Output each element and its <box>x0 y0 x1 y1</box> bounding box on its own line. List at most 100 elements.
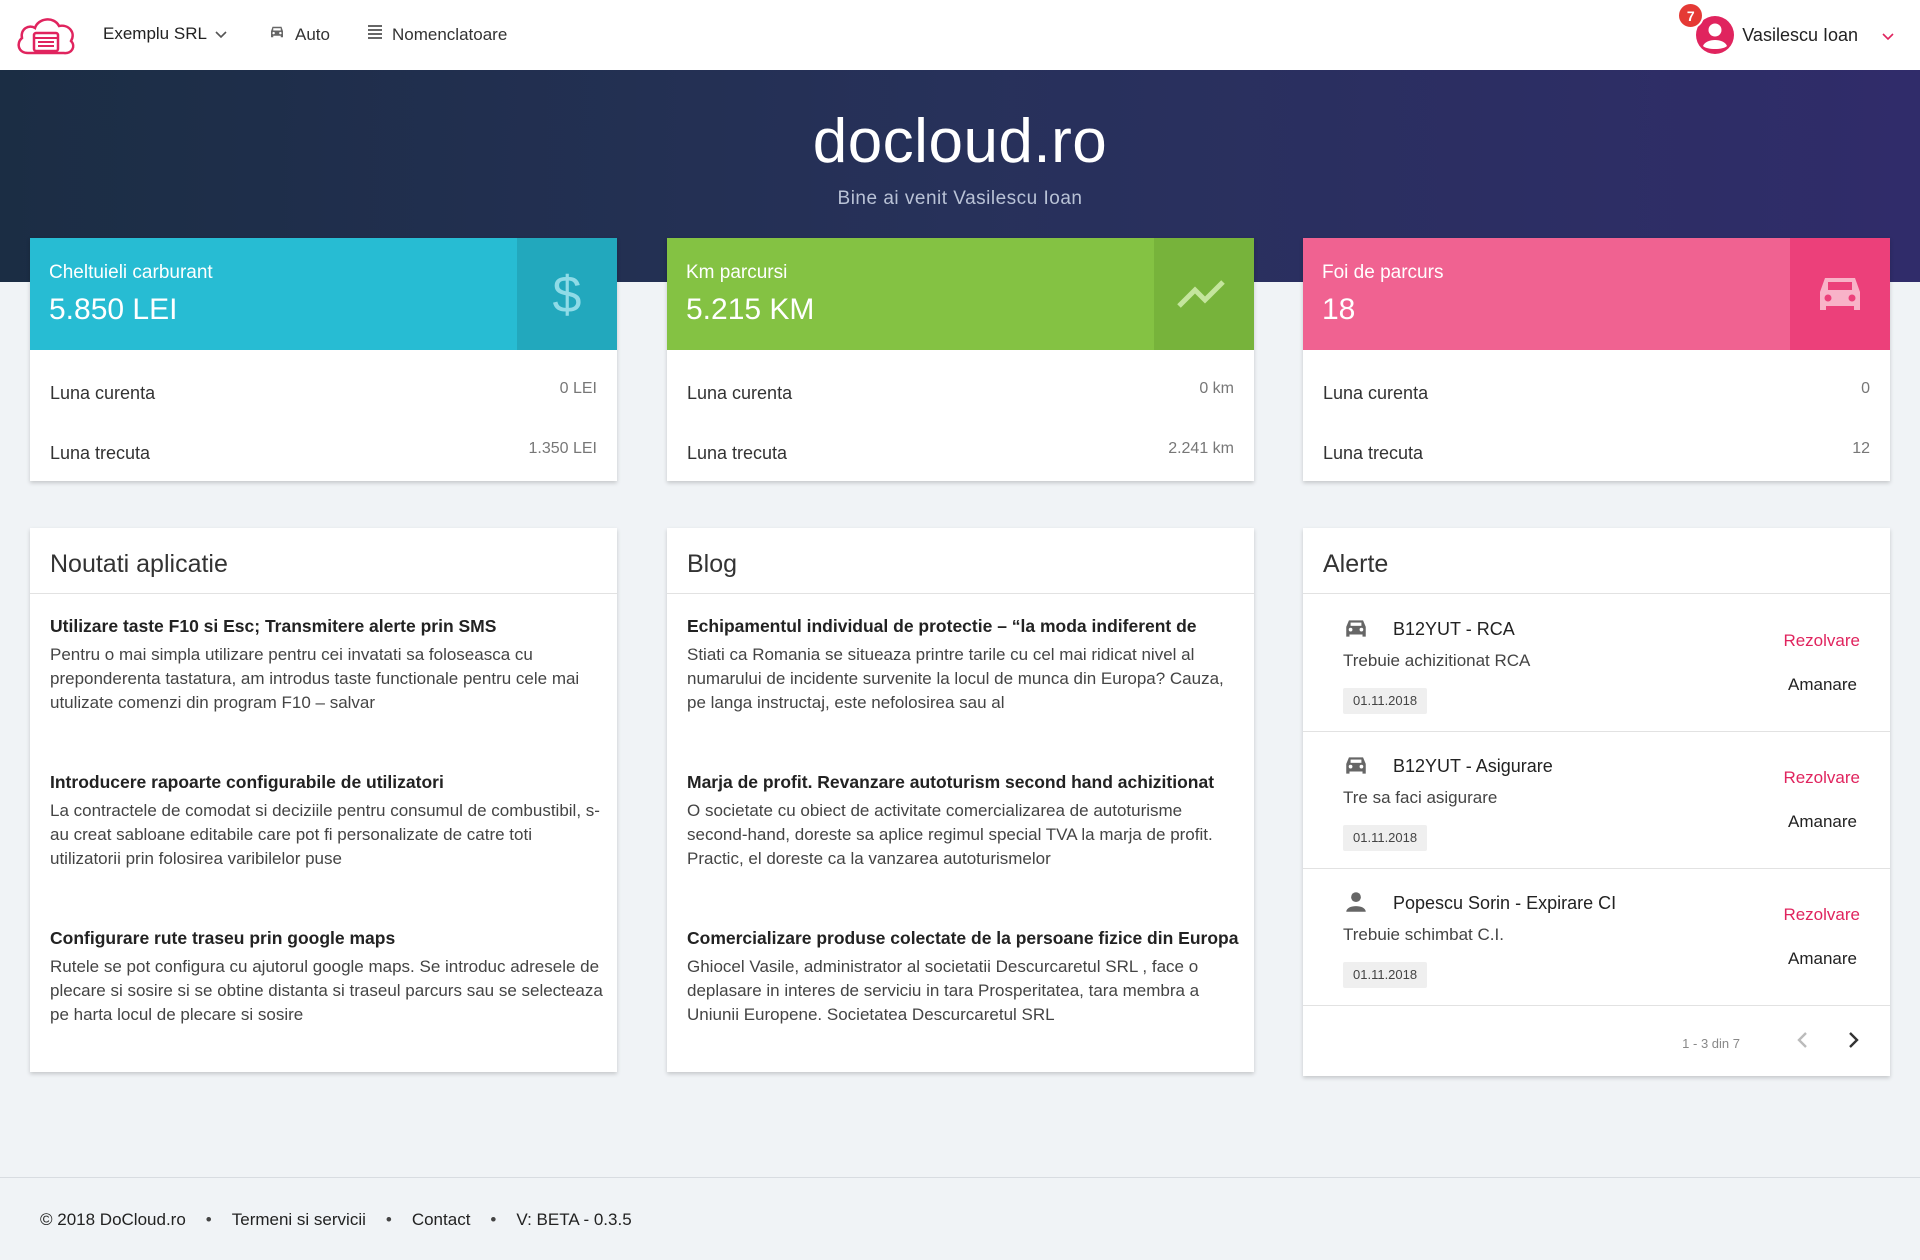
blog-item[interactable]: Comercializare produse colectate de la p… <box>687 928 1240 1027</box>
stat-value: 5.850 LEI <box>49 293 178 326</box>
stat-row-label: Luna trecuta <box>50 443 151 463</box>
alert-title: B12YUT - RCA <box>1393 619 1515 639</box>
nav-auto-label: Auto <box>295 24 330 44</box>
stat-row-previous: Luna trecuta 12 <box>1323 440 1870 464</box>
alert-date-chip: 01.11.2018 <box>1343 688 1428 714</box>
resolve-button[interactable]: Rezolvare <box>1783 905 1860 925</box>
stat-card-fuel: Cheltuieli carburant 5.850 LEI $ Luna cu… <box>30 238 617 481</box>
alert-date-chip: 01.11.2018 <box>1343 825 1428 851</box>
separator: • <box>490 1210 497 1229</box>
company-name: Exemplu SRL <box>103 24 207 43</box>
stat-row-previous: Luna trecuta 2.241 km <box>687 440 1234 464</box>
user-name: Vasilescu Ioan <box>1742 24 1858 45</box>
alert-item: B12YUT - RCA Trebuie achizitionat RCA 01… <box>1303 595 1890 732</box>
stat-row-value: 2.241 km <box>1168 440 1234 457</box>
svg-text:$: $ <box>553 266 582 322</box>
news-item-body: La contractele de comodat si deciziile p… <box>50 801 600 868</box>
stat-row-value: 0 LEI <box>559 380 597 397</box>
avatar[interactable]: 7 <box>1677 2 1736 56</box>
version-label: V: BETA - 0.3.5 <box>516 1210 632 1229</box>
stat-header: Cheltuieli carburant 5.850 LEI $ <box>30 238 617 350</box>
panel-title: Alerte <box>1303 528 1890 594</box>
car-icon <box>1790 238 1890 350</box>
stat-card-km: Km parcursi 5.215 KM Luna curenta 0 km L… <box>667 238 1254 481</box>
news-item-body: Rutele se pot configura cu ajutorul goog… <box>50 957 603 1024</box>
resolve-button[interactable]: Rezolvare <box>1783 631 1860 651</box>
nav-nomenclatoare-label: Nomenclatoare <box>392 24 508 44</box>
news-item[interactable]: Utilizare taste F10 si Esc; Transmitere … <box>50 616 603 715</box>
stat-row-current: Luna curenta 0 LEI <box>50 380 597 404</box>
stat-row-label: Luna curenta <box>687 383 793 403</box>
chevron-down-icon <box>1882 25 1894 46</box>
stat-row-value: 0 km <box>1199 380 1234 397</box>
news-item[interactable]: Introducere rapoarte configurabile de ut… <box>50 772 603 871</box>
news-item-title[interactable]: Utilizare taste F10 si Esc; Transmitere … <box>50 616 603 637</box>
panel-title: Blog <box>667 528 1254 594</box>
blog-item-title[interactable]: Echipamentul individual de protectie – “… <box>687 616 1240 637</box>
postpone-button[interactable]: Amanare <box>1788 949 1857 969</box>
blog-item-title[interactable]: Comercializare produse colectate de la p… <box>687 928 1240 949</box>
blog-item-body: O societate cu obiect de activitate come… <box>687 801 1213 868</box>
stat-label: Foi de parcurs <box>1322 262 1444 283</box>
stat-row-label: Luna curenta <box>50 383 156 403</box>
stat-label: Km parcursi <box>686 262 788 283</box>
car-icon <box>268 24 286 45</box>
pagination-range: 1 - 3 din 7 <box>1682 1036 1740 1051</box>
chevron-down-icon <box>215 24 227 44</box>
chevron-right-icon[interactable] <box>1841 1028 1865 1052</box>
trending-up-icon <box>1154 238 1254 350</box>
stat-header: Km parcursi 5.215 KM <box>667 238 1254 350</box>
resolve-button[interactable]: Rezolvare <box>1783 768 1860 788</box>
cloud-logo-icon[interactable] <box>14 9 78 63</box>
nav-nomenclatoare[interactable]: Nomenclatoare <box>367 24 507 45</box>
blog-item[interactable]: Echipamentul individual de protectie – “… <box>687 616 1240 715</box>
news-item-title[interactable]: Configurare rute traseu prin google maps <box>50 928 603 949</box>
list-icon <box>367 24 383 45</box>
chevron-left-icon[interactable] <box>1791 1028 1815 1052</box>
stat-row-label: Luna trecuta <box>687 443 788 463</box>
stat-row-current: Luna curenta 0 km <box>687 380 1234 404</box>
stat-row-current: Luna curenta 0 <box>1323 380 1870 404</box>
stat-value: 18 <box>1322 293 1356 326</box>
alert-description: Trebuie achizitionat RCA <box>1343 651 1531 670</box>
news-panel: Noutati aplicatie Utilizare taste F10 si… <box>30 528 617 1072</box>
stat-row-label: Luna trecuta <box>1323 443 1424 463</box>
stat-row-value: 12 <box>1852 440 1870 457</box>
postpone-button[interactable]: Amanare <box>1788 675 1857 695</box>
alert-date-chip: 01.11.2018 <box>1343 962 1428 988</box>
alert-title: Popescu Sorin - Expirare CI <box>1393 893 1617 913</box>
news-item-body: Pentru o mai simpla utilizare pentru cei… <box>50 645 580 712</box>
panel-title: Noutati aplicatie <box>30 528 617 594</box>
page-title: docloud.ro <box>812 107 1108 176</box>
separator: • <box>385 1210 392 1229</box>
pagination: 1 - 3 din 7 <box>1303 1006 1890 1076</box>
alerts-panel: Alerte B12YUT - RCA Trebuie achizitionat… <box>1303 528 1890 1076</box>
postpone-button[interactable]: Amanare <box>1788 812 1857 832</box>
blog-item-body: Stiati ca Romania se situeaza printre ta… <box>687 645 1224 712</box>
top-navbar: Exemplu SRL Auto Nomenclatoare 7 Vasiles… <box>0 0 1920 70</box>
footer: © 2018 DoCloud.ro • Termeni si servicii … <box>0 1177 1920 1260</box>
blog-item-title[interactable]: Marja de profit. Revanzare autoturism se… <box>687 772 1240 793</box>
nav-auto[interactable]: Auto <box>268 24 330 45</box>
stat-row-value: 0 <box>1861 380 1870 397</box>
alert-title: B12YUT - Asigurare <box>1393 756 1553 776</box>
news-item-title[interactable]: Introducere rapoarte configurabile de ut… <box>50 772 603 793</box>
contact-link[interactable]: Contact <box>412 1210 471 1230</box>
car-icon <box>1343 754 1369 776</box>
stat-card-trip-sheets: Foi de parcurs 18 Luna curenta 0 Luna tr… <box>1303 238 1890 481</box>
stat-row-label: Luna curenta <box>1323 383 1429 403</box>
stat-row-value: 1.350 LEI <box>528 440 598 457</box>
terms-link[interactable]: Termeni si servicii <box>232 1210 366 1230</box>
alert-description: Trebuie schimbat C.I. <box>1343 925 1504 944</box>
user-menu[interactable]: 7 Vasilescu Ioan <box>1677 2 1894 56</box>
news-item[interactable]: Configurare rute traseu prin google maps… <box>50 928 603 1027</box>
welcome-message: Bine ai venit Vasilescu Ioan <box>837 188 1083 209</box>
alert-item: B12YUT - Asigurare Tre sa faci asigurare… <box>1303 732 1890 869</box>
blog-item[interactable]: Marja de profit. Revanzare autoturism se… <box>687 772 1240 871</box>
alert-description: Tre sa faci asigurare <box>1343 788 1498 807</box>
blog-panel: Blog Echipamentul individual de protecti… <box>667 528 1254 1072</box>
alert-item: Popescu Sorin - Expirare CI Trebuie schi… <box>1303 869 1890 1006</box>
separator: • <box>205 1210 212 1229</box>
account-circle-icon <box>1694 16 1736 60</box>
company-selector[interactable]: Exemplu SRL <box>103 24 227 44</box>
